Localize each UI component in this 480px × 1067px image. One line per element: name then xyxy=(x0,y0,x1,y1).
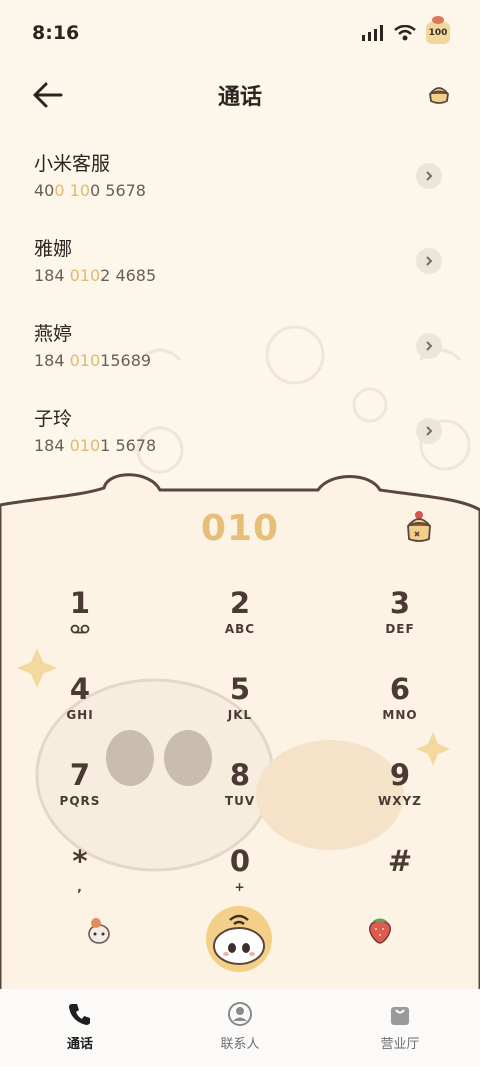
dialpad: 010 1 2 ABC 3 DEF 4 GHI 5 JKL 6 MNO 7 PQ… xyxy=(0,470,480,990)
contact-name: 燕婷 xyxy=(34,323,73,345)
back-button[interactable] xyxy=(30,80,64,110)
key-7[interactable]: 7 PQRS xyxy=(0,754,160,840)
details-button[interactable] xyxy=(416,248,442,274)
pudding-delete-icon[interactable] xyxy=(402,510,436,544)
nav-tab-calls[interactable]: 通话 xyxy=(0,989,160,1067)
call-button[interactable] xyxy=(206,906,272,972)
nav-label-calls: 通话 xyxy=(66,1037,93,1052)
nav-tab-service-hall[interactable]: 营业厅 xyxy=(320,989,480,1067)
key-9[interactable]: 9 WXYZ xyxy=(320,754,480,840)
chevron-right-icon xyxy=(426,171,433,181)
battery-icon: 100 xyxy=(426,16,450,44)
dialpad-actions xyxy=(0,902,480,982)
key-4[interactable]: 4 GHI xyxy=(0,668,160,754)
chevron-right-icon xyxy=(426,426,433,436)
details-button[interactable] xyxy=(416,163,442,189)
contact-icon xyxy=(228,1002,252,1026)
details-button[interactable] xyxy=(416,333,442,359)
key-1[interactable]: 1 xyxy=(0,582,160,668)
key-5[interactable]: 5 JKL xyxy=(160,668,320,754)
status-time: 8:16 xyxy=(32,22,80,44)
phone-icon xyxy=(69,1004,90,1025)
wifi-icon xyxy=(394,25,416,41)
list-item[interactable]: 子玲 184 0101 5678 xyxy=(0,391,480,476)
contact-number: 184 0101 5678 xyxy=(34,436,157,455)
chevron-right-icon xyxy=(426,341,433,351)
page-title: 通话 xyxy=(217,85,262,110)
nav-tab-contacts[interactable]: 联系人 xyxy=(160,989,320,1067)
call-mascot-icon xyxy=(213,914,265,965)
voicemail-icon xyxy=(70,624,90,634)
contact-number: 400 100 5678 xyxy=(34,181,146,200)
key-2[interactable]: 2 ABC xyxy=(160,582,320,668)
list-item[interactable]: 燕婷 184 01015689 xyxy=(0,306,480,391)
strawberry-icon[interactable] xyxy=(366,914,394,944)
key-3[interactable]: 3 DEF xyxy=(320,582,480,668)
pudding-icon[interactable] xyxy=(426,82,452,106)
contact-name: 雅娜 xyxy=(34,238,73,260)
bottom-nav: 通话 联系人 营业厅 xyxy=(0,989,480,1067)
nav-label-service-hall: 营业厅 xyxy=(380,1037,420,1052)
key-8[interactable]: 8 TUV xyxy=(160,754,320,840)
header: 通话 xyxy=(0,66,480,124)
contact-name: 子玲 xyxy=(34,408,73,430)
contact-number: 184 01015689 xyxy=(34,351,152,370)
contact-number: 184 0102 4685 xyxy=(34,266,157,285)
recent-calls-list: 小米客服 400 100 5678 雅娜 184 0102 4685 燕婷 18… xyxy=(0,136,480,476)
collapse-dialpad-icon[interactable] xyxy=(84,916,114,946)
shopping-bag-icon xyxy=(391,1007,409,1025)
list-item[interactable]: 小米客服 400 100 5678 xyxy=(0,136,480,221)
key-6[interactable]: 6 MNO xyxy=(320,668,480,754)
signal-icon xyxy=(362,25,383,41)
battery-level: 100 xyxy=(428,28,448,38)
status-bar: 8:16 100 xyxy=(0,0,480,66)
chevron-right-icon xyxy=(426,256,433,266)
details-button[interactable] xyxy=(416,418,442,444)
status-icons: 100 xyxy=(362,16,450,44)
list-item[interactable]: 雅娜 184 0102 4685 xyxy=(0,221,480,306)
contact-name: 小米客服 xyxy=(34,153,111,175)
keypad: 1 2 ABC 3 DEF 4 GHI 5 JKL 6 MNO 7 PQRS 8… xyxy=(0,582,480,926)
nav-label-contacts: 联系人 xyxy=(220,1037,260,1052)
